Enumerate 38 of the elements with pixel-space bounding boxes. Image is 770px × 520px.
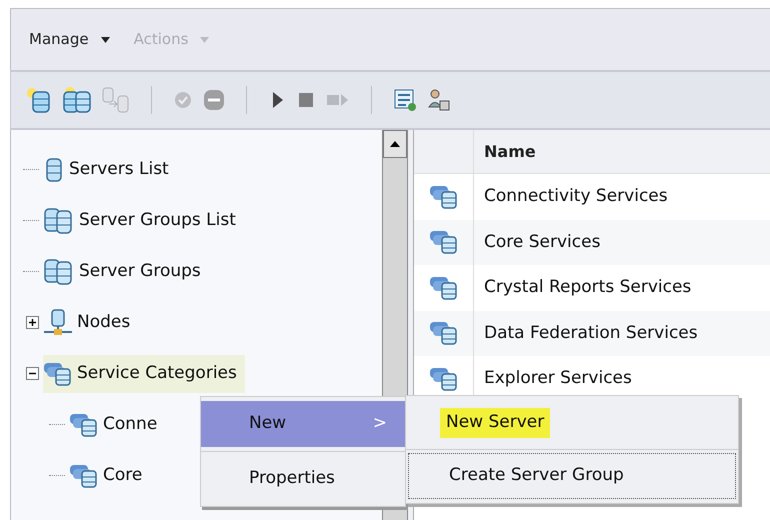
table-cell-text: Core Services [483, 230, 600, 254]
tree-item[interactable]: Service Categories [43, 354, 245, 392]
table-cell-text: Crystal Reports Services [483, 276, 692, 299]
database-group-icon [43, 258, 75, 286]
collapse-icon[interactable] [26, 367, 39, 380]
service-stack-icon [428, 229, 458, 256]
new-group-icon[interactable] [61, 86, 93, 114]
tree-item[interactable]: Conne [69, 406, 166, 444]
tree-item[interactable]: Server Groups List [43, 202, 244, 240]
tree-item[interactable]: Nodes [43, 304, 138, 342]
service-stack-icon [428, 320, 458, 346]
tree-item[interactable]: Core [69, 456, 150, 494]
user-icon[interactable] [426, 87, 452, 113]
expand-icon[interactable] [26, 316, 39, 329]
service-stack-icon [428, 184, 458, 210]
service-stack-icon [428, 274, 458, 301]
caret-icon [100, 36, 110, 42]
database-group-icon [43, 206, 75, 234]
service-stack-icon [428, 366, 458, 392]
network-node-icon [43, 308, 73, 336]
menu-item[interactable]: Create Server Group [408, 453, 736, 499]
service-stack-icon [69, 412, 99, 438]
menu-item[interactable]: New Server [406, 400, 738, 446]
tree-item[interactable]: Servers List [43, 150, 177, 188]
table-cell-text: Explorer Services [483, 367, 632, 390]
caret-icon [200, 36, 210, 42]
scroll-up-icon[interactable] [390, 141, 400, 147]
service-stack-icon [69, 462, 99, 488]
column-header[interactable]: Name [474, 130, 536, 173]
properties-icon[interactable] [392, 87, 418, 113]
new-server-icon[interactable] [25, 86, 53, 114]
tree-item[interactable]: Server Groups [43, 252, 209, 290]
table-cell-text: Data Federation Services [483, 322, 698, 344]
table-cell-text: Connectivity Services [483, 185, 668, 208]
menu-item[interactable]: Properties [201, 456, 405, 502]
menu-item[interactable]: New > [201, 401, 405, 447]
menu-button[interactable]: Manage [29, 28, 110, 51]
service-stack-icon [43, 360, 73, 386]
